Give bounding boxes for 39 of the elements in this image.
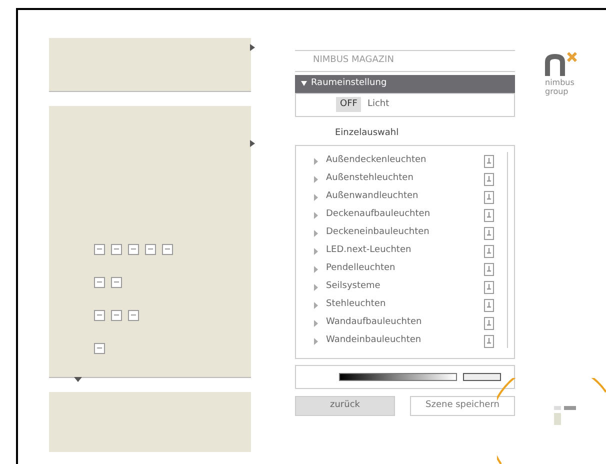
expand-icon[interactable] — [314, 338, 318, 344]
list-item[interactable]: LED.next-Leuchten — [326, 244, 484, 258]
light-label: Licht — [367, 98, 390, 111]
color-swatch[interactable] — [463, 373, 501, 381]
section-label: Raumeinstellung — [311, 76, 387, 90]
scrollbar[interactable] — [507, 152, 508, 348]
list-item[interactable]: Außendeckenleuchten — [326, 154, 484, 168]
arrow-icon — [74, 377, 82, 382]
section-header[interactable]: Raumeinstellung — [295, 74, 515, 92]
expand-icon[interactable] — [314, 320, 318, 326]
grayscale-bar[interactable] — [339, 373, 457, 381]
list-item[interactable]: Pendelleuchten — [326, 262, 484, 276]
back-button[interactable]: zurück — [295, 396, 395, 416]
expand-icon[interactable] — [314, 302, 318, 308]
expand-icon[interactable] — [314, 158, 318, 164]
expand-icon[interactable] — [314, 194, 318, 200]
list-item[interactable]: Außenwandleuchten — [326, 190, 484, 204]
expand-icon[interactable] — [314, 284, 318, 290]
list-item[interactable]: Wandeinbauleuchten — [326, 334, 484, 348]
save-button[interactable]: Szene speichern — [410, 396, 515, 416]
logo-text: group — [545, 87, 568, 96]
list-item[interactable]: Deckeneinbauleuchten — [326, 226, 484, 240]
expand-icon[interactable] — [314, 266, 318, 272]
list-item[interactable]: Seilsysteme — [326, 280, 484, 294]
expand-icon[interactable] — [314, 176, 318, 182]
arrow-icon — [250, 44, 255, 51]
caret-icon — [301, 81, 307, 86]
list-title: Einzelauswahl — [334, 126, 400, 140]
list-item[interactable]: Stehleuchten — [326, 298, 484, 312]
expand-icon[interactable] — [314, 212, 318, 218]
list-item[interactable]: Deckenaufbauleuchten — [326, 208, 484, 222]
list-item[interactable]: Wandaufbauleuchten — [326, 316, 484, 330]
logo-text: nimbus — [545, 78, 574, 87]
light-toggle[interactable]: OFF — [336, 96, 362, 112]
arrow-icon — [250, 140, 255, 147]
expand-icon[interactable] — [314, 248, 318, 254]
list-item[interactable]: Außenstehleuchten — [326, 172, 484, 186]
magazine-title: NIMBUS MAGAZIN — [295, 50, 515, 72]
expand-icon[interactable] — [314, 230, 318, 236]
